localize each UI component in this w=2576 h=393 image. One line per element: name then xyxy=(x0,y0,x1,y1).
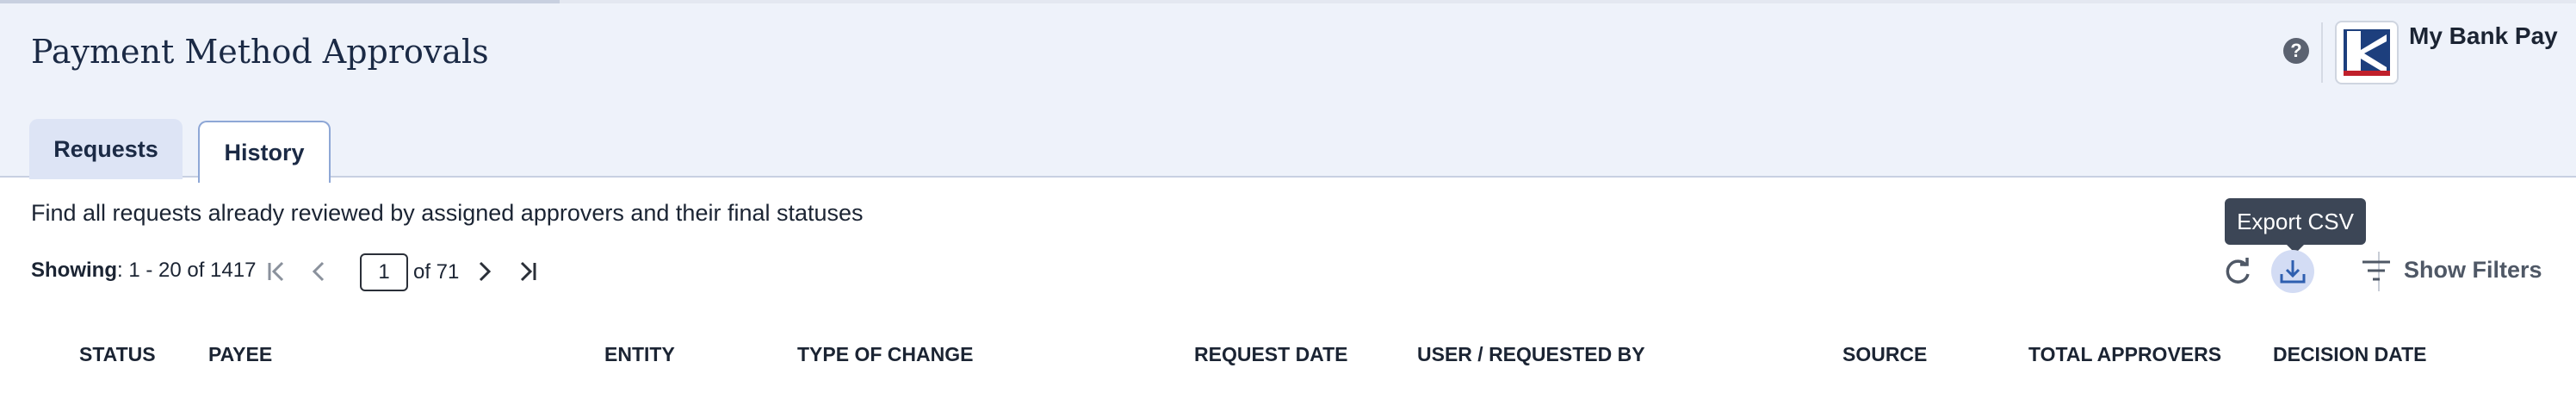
column-header-payee[interactable]: PAYEE xyxy=(208,343,272,366)
page-header: Payment Method Approvals ? My Bank Pay R… xyxy=(0,3,2576,183)
tab-requests[interactable]: Requests xyxy=(29,119,183,179)
tab-history[interactable]: History xyxy=(198,121,331,183)
last-page-icon[interactable] xyxy=(513,257,542,286)
showing-range: : 1 - 20 of 1417 xyxy=(116,259,257,282)
filter-icon xyxy=(2362,260,2390,280)
show-filters-button[interactable]: Show Filters xyxy=(2361,257,2542,284)
next-page-icon[interactable] xyxy=(469,257,498,286)
show-filters-label: Show Filters xyxy=(2404,257,2542,283)
refresh-icon[interactable] xyxy=(2221,255,2254,288)
download-icon xyxy=(2280,260,2306,284)
total-pages: of 71 xyxy=(413,260,460,284)
showing-label: Showing xyxy=(31,259,117,282)
help-icon[interactable]: ? xyxy=(2283,38,2309,64)
column-header-type-of-change[interactable]: TYPE OF CHANGE xyxy=(797,343,973,366)
column-header-status[interactable]: STATUS xyxy=(79,343,156,366)
brand-name: My Bank Pay xyxy=(2409,22,2558,49)
page-number-input[interactable] xyxy=(360,253,408,291)
header-divider xyxy=(2321,22,2323,83)
page-description: Find all requests already reviewed by as… xyxy=(31,200,864,226)
first-page-icon[interactable] xyxy=(262,257,291,286)
prev-page-icon[interactable] xyxy=(305,257,334,286)
export-csv-button[interactable] xyxy=(2271,250,2314,293)
column-header-total-approvers[interactable]: TOTAL APPROVERS xyxy=(2028,343,2221,366)
column-header-requested-by[interactable]: USER / REQUESTED BY xyxy=(1417,343,1645,366)
column-header-entity[interactable]: ENTITY xyxy=(604,343,675,366)
export-csv-tooltip: Export CSV xyxy=(2225,198,2366,253)
column-header-request-date[interactable]: REQUEST DATE xyxy=(1194,343,1347,366)
page-title: Payment Method Approvals xyxy=(31,33,489,71)
bank-logo xyxy=(2335,21,2399,84)
results-count: Showing: 1 - 20 of 1417 xyxy=(31,259,256,283)
bank-logo-icon xyxy=(2344,29,2390,76)
column-header-source[interactable]: SOURCE xyxy=(1842,343,1927,366)
column-header-decision-date[interactable]: DECISION DATE xyxy=(2273,343,2426,366)
